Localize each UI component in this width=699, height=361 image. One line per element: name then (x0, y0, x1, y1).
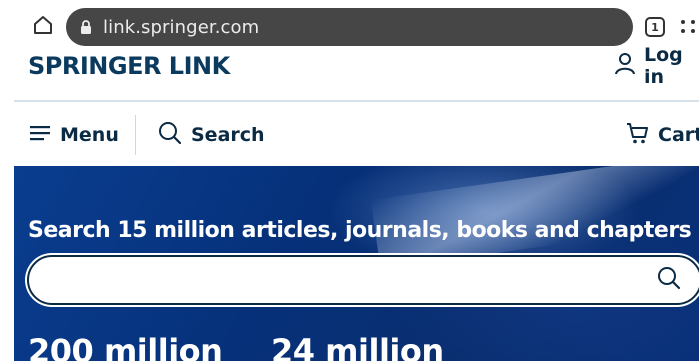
search-icon (158, 121, 182, 150)
nav-divider (135, 115, 136, 155)
main-nav: Menu Search Cart (0, 102, 699, 166)
search-nav-button[interactable]: Search (158, 121, 265, 150)
home-button[interactable] (30, 14, 56, 40)
browser-toolbar: link.springer.com 1 (0, 0, 699, 52)
user-icon (614, 52, 636, 81)
home-icon (32, 14, 54, 41)
hero-banner: Search 15 million articles, journals, bo… (14, 166, 699, 361)
search-label: Search (191, 124, 265, 146)
search-icon (657, 266, 681, 295)
cart-button[interactable]: Cart (626, 122, 699, 148)
stat-value: 24 million (271, 332, 444, 361)
menu-button[interactable]: Menu (30, 122, 119, 148)
stat-value: 200 million (28, 332, 223, 361)
tabs-icon: 1 (651, 20, 659, 34)
overflow-menu-button[interactable] (680, 17, 699, 37)
hero-heading: Search 15 million articles, journals, bo… (28, 218, 692, 243)
cart-icon (626, 121, 650, 150)
search-submit-button[interactable] (654, 265, 684, 295)
login-label: Log in (644, 44, 683, 88)
site-header: SPRINGER LINK Log in (0, 44, 699, 100)
tab-switcher-button[interactable]: 1 (645, 17, 665, 37)
hamburger-icon (30, 125, 50, 146)
menu-label: Menu (60, 124, 119, 146)
lock-icon (80, 19, 94, 35)
springer-link-logo[interactable]: SPRINGER LINK (28, 52, 230, 80)
login-link[interactable]: Log in (614, 44, 699, 88)
site-search-input[interactable] (27, 255, 699, 305)
cart-label: Cart (658, 124, 699, 146)
url-text: link.springer.com (103, 16, 260, 38)
address-bar[interactable]: link.springer.com (66, 8, 633, 46)
